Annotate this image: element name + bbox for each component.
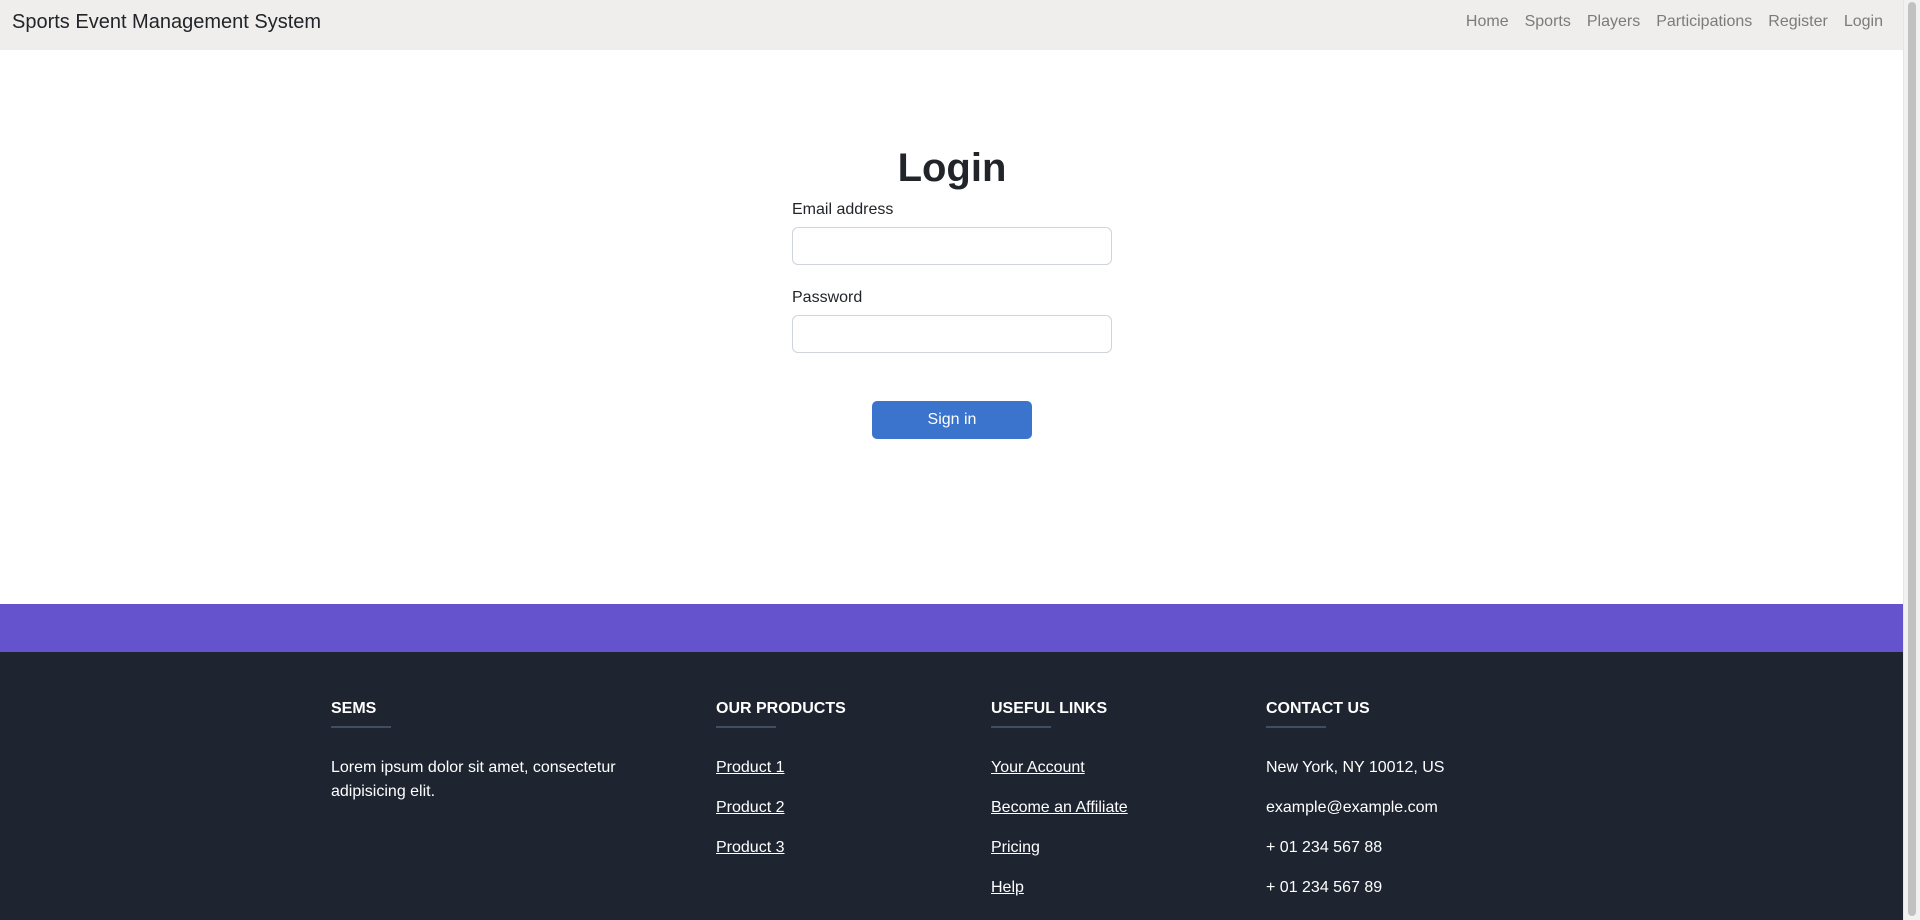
contact-phone-1: + 01 234 567 88 <box>1266 839 1383 856</box>
footer-products: Our products Product 1 Product 2 Product… <box>716 700 936 876</box>
password-label: Password <box>792 289 863 306</box>
page-scrollbar[interactable] <box>1903 0 1920 920</box>
nav-home[interactable]: Home <box>1466 13 1509 31</box>
footer-contact-heading: Contact us <box>1266 700 1370 717</box>
nav-register[interactable]: Register <box>1768 13 1828 31</box>
product-2-link[interactable]: Product 2 <box>716 796 936 820</box>
footer-products-list: Product 1 Product 2 Product 3 <box>716 756 936 860</box>
nav-login[interactable]: Login <box>1844 13 1883 31</box>
nav-links: Home Sports Players Participations Regis… <box>1466 13 1883 31</box>
footer-useful-links: Useful links Your Account Become an Affi… <box>991 700 1211 916</box>
email-label: Email address <box>792 201 894 218</box>
footer-contact: Contact us New York, NY 10012, US exampl… <box>1266 700 1526 916</box>
help-link[interactable]: Help <box>991 876 1211 900</box>
contact-phone-2: + 01 234 567 89 <box>1266 879 1383 896</box>
brand-link[interactable]: Sports Event Management System <box>12 11 321 34</box>
nav-participations[interactable]: Participations <box>1656 13 1752 31</box>
footer-divider <box>331 726 391 728</box>
nav-sports[interactable]: Sports <box>1525 13 1571 31</box>
footer-about: SEMS Lorem ipsum dolor sit amet, consect… <box>331 700 651 804</box>
scrollbar-thumb[interactable] <box>1908 2 1916 916</box>
become-affiliate-link[interactable]: Become an Affiliate <box>991 796 1211 820</box>
page: Sports Event Management System Home Spor… <box>0 0 1903 920</box>
footer-contact-list: New York, NY 10012, US example@example.c… <box>1266 756 1526 900</box>
nav-players[interactable]: Players <box>1587 13 1640 31</box>
footer-useful-links-heading: Useful links <box>991 700 1108 717</box>
footer-divider <box>991 726 1051 728</box>
sign-in-button[interactable]: Sign in <box>872 401 1032 439</box>
login-form: Login Email address Password Sign in <box>792 145 1112 439</box>
contact-email: example@example.com <box>1266 799 1438 816</box>
footer-about-text: Lorem ipsum dolor sit amet, consectetur … <box>331 759 616 800</box>
product-1-link[interactable]: Product 1 <box>716 756 936 780</box>
pricing-link[interactable]: Pricing <box>991 836 1211 860</box>
navbar: Sports Event Management System Home Spor… <box>0 0 1903 50</box>
footer-about-heading: SEMS <box>331 700 377 717</box>
footer: SEMS Lorem ipsum dolor sit amet, consect… <box>0 652 1903 920</box>
page-title: Login <box>897 146 1007 190</box>
password-field[interactable] <box>792 315 1112 353</box>
contact-address: New York, NY 10012, US <box>1266 759 1445 776</box>
email-field[interactable] <box>792 227 1112 265</box>
product-3-link[interactable]: Product 3 <box>716 836 936 860</box>
footer-divider <box>1266 726 1326 728</box>
your-account-link[interactable]: Your Account <box>991 756 1211 780</box>
footer-useful-links-list: Your Account Become an Affiliate Pricing… <box>991 756 1211 900</box>
footer-products-heading: Our products <box>716 700 846 717</box>
footer-accent-band <box>0 604 1903 652</box>
footer-divider <box>716 726 776 728</box>
